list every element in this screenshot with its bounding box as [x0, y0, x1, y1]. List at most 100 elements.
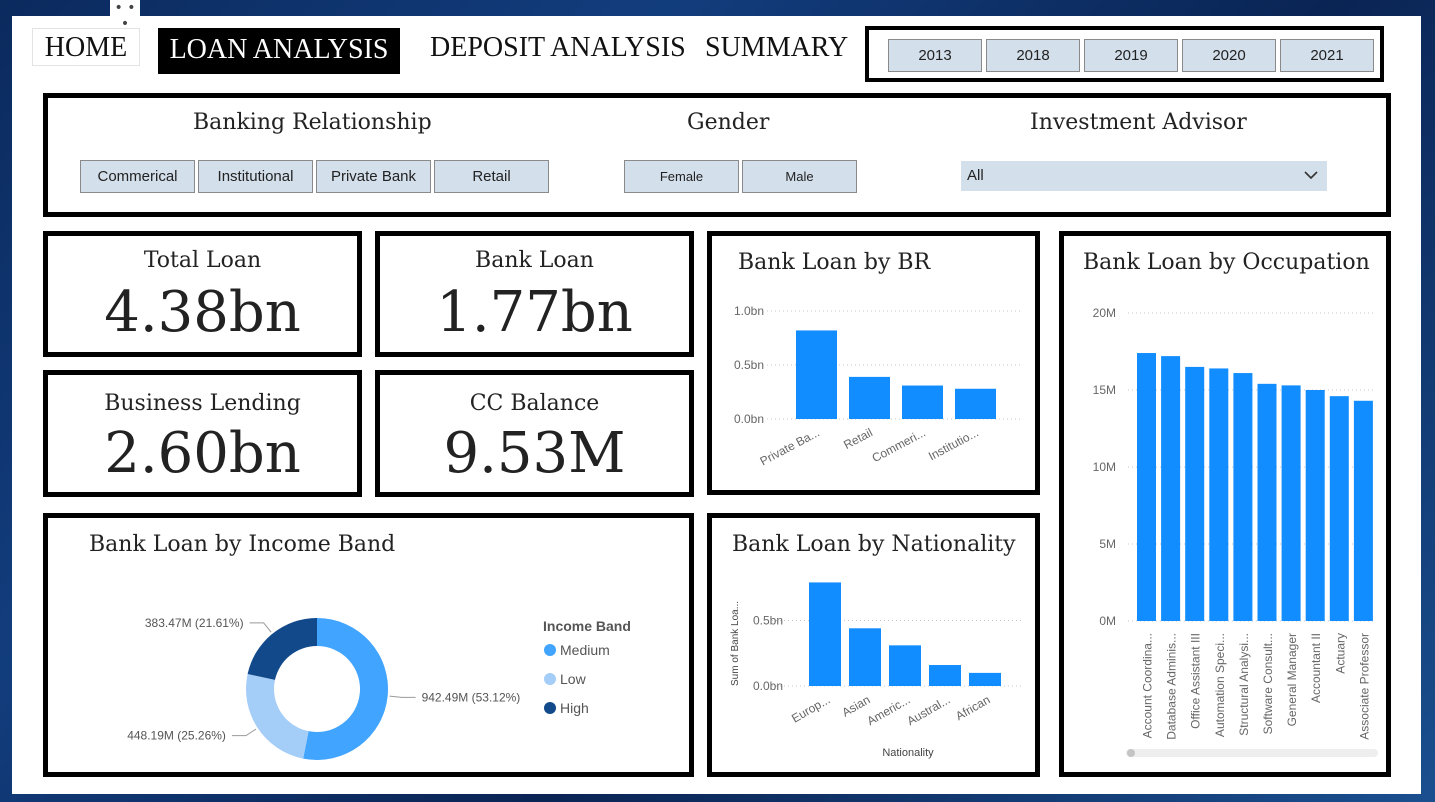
chart-occupation-svg: 0M 5M 10M 15M 20M Account Coordina... Database… [1093, 306, 1378, 757]
bar-br-0[interactable] [796, 330, 837, 419]
x-tick-label: Private Ba... [758, 425, 822, 468]
bar-nationality-0[interactable] [809, 582, 841, 686]
kpi-cc-balance-value: 9.53M [443, 421, 626, 486]
y-tick-label: 1.0bn [734, 304, 764, 318]
year-button-2021[interactable]: 2021 [1280, 39, 1374, 72]
nav-deposit-analysis-button[interactable]: DEPOSIT ANALYSIS [430, 32, 686, 64]
bar-br-1[interactable] [849, 376, 890, 419]
x-tick-label: African [953, 692, 992, 723]
donut-data-label: 448.19M (25.26%) [127, 729, 226, 743]
bar-nationality-1[interactable] [849, 628, 881, 686]
chart-occupation-title: Bank Loan by Occupation [1083, 250, 1370, 275]
bar-occupation-5[interactable] [1257, 383, 1277, 621]
x-tick-label: Austral... [904, 692, 952, 728]
br-retail-button[interactable]: Retail [434, 160, 549, 193]
x-tick-label: Americ... [864, 692, 912, 728]
nav-home-button[interactable]: HOME [32, 28, 140, 66]
y-tick-label: 10M [1093, 460, 1116, 474]
kpi-total-loan-value: 4.38bn [104, 280, 301, 345]
nav-loan-analysis-button[interactable]: LOAN ANALYSIS [158, 28, 400, 74]
x-tick-label: Structural Analysi... [1237, 633, 1251, 736]
kpi-cc-balance-card: CC Balance 9.53M [375, 370, 694, 497]
x-tick-label: Associate Professor [1357, 633, 1371, 740]
bar-occupation-2[interactable] [1185, 366, 1205, 621]
legend-item-medium[interactable]: Medium [560, 642, 610, 658]
br-private-bank-button[interactable]: Private Bank [316, 160, 431, 193]
bar-occupation-1[interactable] [1161, 356, 1181, 621]
y-tick-label: 0.5bn [753, 613, 783, 627]
x-tick-label: Database Adminis... [1165, 633, 1179, 740]
bar-nationality-2[interactable] [889, 645, 921, 686]
chevron-down-icon[interactable] [1303, 161, 1319, 202]
kpi-cc-balance-title: CC Balance [469, 391, 600, 416]
legend-marker [544, 644, 556, 656]
chart-bank-loan-by-occupation: Bank Loan by Occupation 0M 5M 10M 15M 20M Acc… [1059, 231, 1391, 777]
legend-item-high[interactable]: High [560, 700, 589, 716]
investment-advisor-dropdown[interactable]: All [961, 161, 1327, 191]
bar-occupation-8[interactable] [1329, 396, 1349, 621]
x-tick-label: Automation Speci... [1213, 633, 1227, 737]
gender-female-button[interactable]: Female [624, 160, 739, 193]
y-tick-label: 15M [1093, 383, 1116, 397]
year-button-2019[interactable]: 2019 [1084, 39, 1178, 72]
br-institutional-button[interactable]: Institutional [198, 160, 313, 193]
gender-title: Gender [687, 110, 770, 135]
x-tick-label: Office Assistant III [1189, 633, 1203, 729]
leader-line [389, 695, 416, 698]
banking-relationship-title: Banking Relationship [193, 110, 432, 135]
year-button-2013[interactable]: 2013 [888, 39, 982, 72]
horizontal-scrollbar[interactable] [1126, 749, 1378, 757]
kpi-bank-loan-card: Bank Loan 1.77bn [375, 231, 694, 357]
leader-line [249, 622, 272, 633]
kpi-bank-loan-title: Bank Loan [475, 248, 594, 273]
y-tick-label: 5M [1099, 537, 1116, 551]
bar-occupation-9[interactable] [1353, 400, 1373, 621]
year-slicer: 2013 2018 2019 2020 2021 [865, 26, 1384, 82]
chart-bank-loan-by-income-band: Bank Loan by Income Band 942.49M (53.12%… [43, 513, 694, 777]
y-axis-label: Sum of Bank Loa... [730, 601, 741, 686]
leader-line [231, 728, 257, 737]
donut-slice-high[interactable] [247, 618, 317, 680]
x-tick-label: Account Coordina... [1141, 633, 1155, 738]
kpi-business-lending-value: 2.60bn [104, 421, 301, 486]
more-options-icon[interactable]: • • • [110, 0, 140, 32]
x-tick-label: Europ... [789, 692, 832, 725]
bar-occupation-0[interactable] [1137, 353, 1156, 621]
legend-marker [544, 702, 556, 714]
donut-slice-low[interactable] [245, 674, 309, 759]
chart-bank-loan-by-nationality: Bank Loan by Nationality 0.0bn 0.5bn Europ… [707, 513, 1040, 777]
bar-occupation-6[interactable] [1281, 385, 1301, 621]
kpi-business-lending-card: Business Lending 2.60bn [43, 370, 362, 497]
bar-nationality-3[interactable] [929, 665, 961, 686]
nav-summary-button[interactable]: SUMMARY [705, 32, 848, 64]
y-tick-label: 0.0bn [734, 412, 764, 426]
kpi-bank-loan-value: 1.77bn [436, 280, 633, 345]
bar-br-3[interactable] [955, 388, 996, 419]
legend-marker [544, 673, 556, 685]
chart-nationality-title: Bank Loan by Nationality [732, 532, 1016, 557]
legend-item-low[interactable]: Low [560, 671, 587, 687]
gender-male-button[interactable]: Male [742, 160, 857, 193]
chart-income-svg: 942.49M (53.12%) 448.19M (25.26%) 383.47M … [127, 616, 631, 760]
x-tick-label: General Manager [1285, 633, 1299, 726]
x-tick-label: Retail [841, 425, 875, 452]
bar-br-2[interactable] [902, 385, 943, 419]
scrollbar-thumb[interactable] [1127, 749, 1135, 757]
x-tick-label: Software Consult... [1261, 633, 1275, 734]
bar-occupation-7[interactable] [1305, 390, 1325, 621]
chart-bank-loan-by-br: Bank Loan by BR 0.0bn 0.5bn 1.0bn Private B… [707, 231, 1040, 495]
br-commerical-button[interactable]: Commerical [80, 160, 195, 193]
bar-nationality-4[interactable] [969, 672, 1001, 686]
legend-title: Income Band [543, 618, 631, 634]
donut-data-label: 383.47M (21.61%) [145, 616, 244, 630]
kpi-business-lending-title: Business Lending [104, 391, 301, 416]
x-axis-label: Nationality [882, 747, 934, 759]
y-tick-label: 0.5bn [734, 358, 764, 372]
bar-occupation-4[interactable] [1233, 373, 1253, 621]
kpi-total-loan-title: Total Loan [143, 248, 262, 273]
year-button-2020[interactable]: 2020 [1182, 39, 1276, 72]
bar-occupation-3[interactable] [1209, 368, 1229, 621]
year-button-2018[interactable]: 2018 [986, 39, 1080, 72]
investment-advisor-title: Investment Advisor [1030, 110, 1247, 135]
chart-income-title: Bank Loan by Income Band [89, 532, 396, 557]
